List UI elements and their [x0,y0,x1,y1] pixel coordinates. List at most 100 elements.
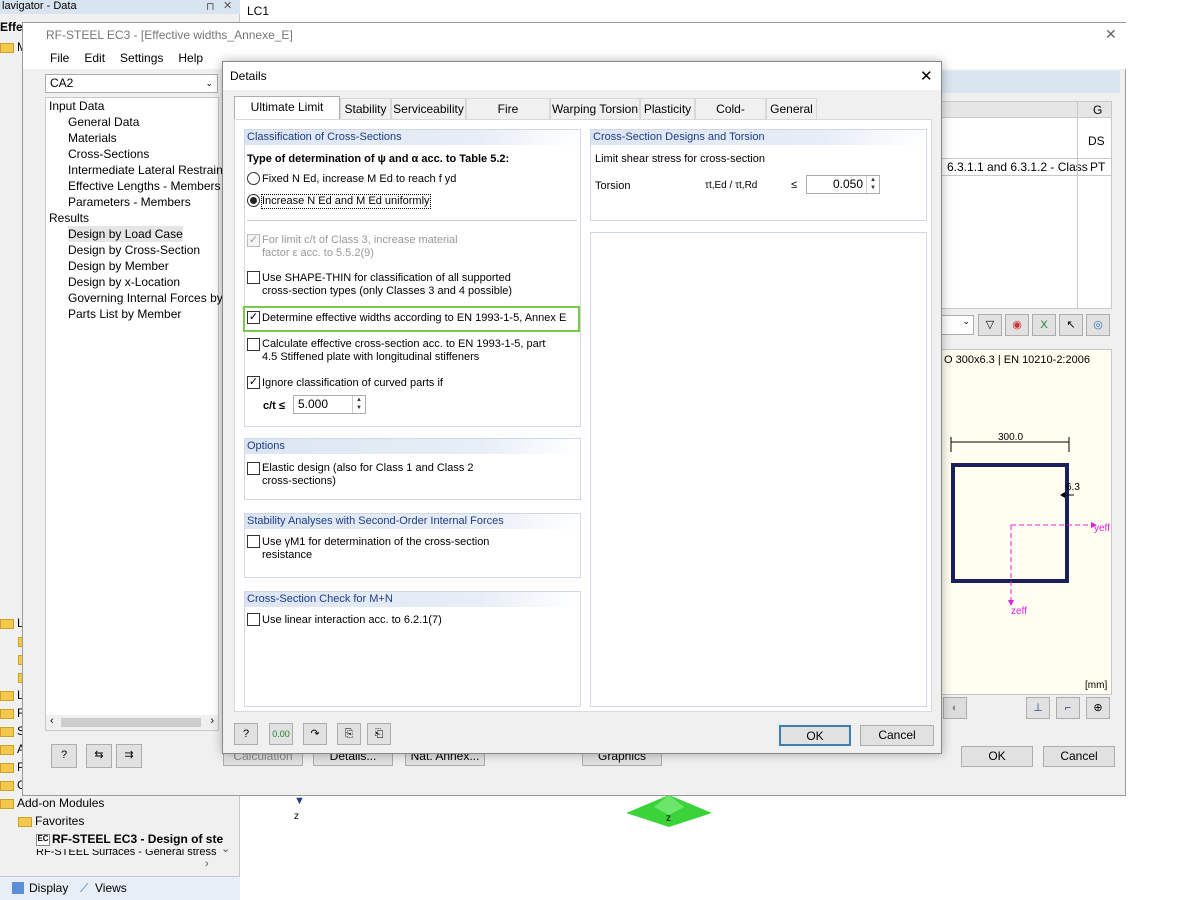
shape-thin-checkbox[interactable] [247,271,260,284]
tree-input-item[interactable]: Cross-Sections [68,146,149,162]
window-title: RF-STEEL EC3 - [Effective widths_Annexe_… [23,23,1127,47]
tree-input-item[interactable]: Effective Lengths - Members [68,178,221,194]
torsion-label: Torsion [595,180,631,192]
window-close-icon[interactable]: ✕ [1105,26,1117,43]
dim-thickness: 6.3 [1066,482,1080,493]
render-icon-button[interactable]: ◐ [943,697,967,719]
axes-icon-button[interactable]: ⌐ [1056,697,1080,719]
load-icon-button[interactable]: ⎘ [337,723,361,745]
case-select[interactable]: CA2 ⌄ [45,74,218,93]
help-icon-button[interactable]: ? [234,723,258,745]
excel-icon-button[interactable]: X [1032,314,1056,336]
app-ok-button[interactable]: OK [961,746,1033,767]
tree-results-item[interactable]: Design by x-Location [68,274,180,290]
result-row-text[interactable]: 6.3.1.1 and 6.3.1.2 - Class [947,160,1088,174]
add-on-modules[interactable]: Add-on Modules [0,794,104,812]
tab-display[interactable]: Display [29,881,68,895]
elastic-design-checkbox[interactable] [247,462,260,475]
decimal-icon-button[interactable]: 0.00 [269,723,293,745]
app-cancel-button[interactable]: Cancel [1043,746,1115,767]
annex-e-checkbox[interactable]: ✓ [247,311,260,324]
tree-results-item[interactable]: Design by Cross-Section [68,242,200,258]
spinner-icon[interactable]: ▲ ▼ [866,176,879,193]
section-title: O 300x6.3 | EN 10210-2:2006 [944,354,1090,366]
tab-ultimate-limit-state[interactable]: Ultimate Limit State [234,96,340,134]
menu-settings[interactable]: Settings [120,51,163,65]
import-icon-button[interactable]: ⇆ [86,744,112,768]
dim-icon-button[interactable]: ⊥ [1026,697,1050,719]
tree-hscrollbar[interactable]: ‹ › [46,715,218,730]
tab-stability[interactable]: Stability [340,98,391,119]
tab-fire-resistance[interactable]: Fire Resistance [466,98,550,136]
select-icon-button[interactable]: ↖ [1059,314,1083,336]
tree-input-data[interactable]: Input Data [49,98,104,114]
help-icon-button[interactable]: ? [51,744,77,768]
gamma-m1-label-1: Use γM1 for determination of the cross-s… [262,536,490,548]
ignore-curved-label: Ignore classification of curved parts if [262,377,443,389]
tree-results-item[interactable]: Design by Load Case [68,226,183,242]
gamma-m1-checkbox[interactable] [247,535,260,548]
radio-increase-uniformly[interactable] [247,194,260,207]
menu-edit[interactable]: Edit [84,51,105,65]
result-select[interactable]: ⌄ [940,315,974,335]
export-icon-button[interactable]: ⇉ [116,744,142,768]
torsion-value-input[interactable]: 0.050 ▲ ▼ [806,175,880,194]
save-icon-button[interactable]: ⎗ [367,723,391,745]
tree-input-item[interactable]: General Data [68,114,139,130]
dialog-close-icon[interactable]: ✕ [920,67,933,85]
tree-input-item[interactable]: Intermediate Lateral Restraints [68,162,232,178]
ct-value-input[interactable]: 5.000 ▲ ▼ [293,395,366,414]
tree-results-item[interactable]: Governing Internal Forces by M [68,290,236,306]
tree-input-item[interactable]: Materials [68,130,117,146]
rf-steel-module[interactable]: EC RF-STEEL EC3 - Design of ste [36,830,223,848]
gamma-m1-label-2: resistance [262,549,313,561]
limit-ct-label-1: For limit c/t of Class 3, increase mater… [262,234,458,246]
menu-file[interactable]: File [50,51,69,65]
tab-serviceability[interactable]: Serviceability [391,98,466,119]
stiffened-plate-checkbox[interactable] [247,338,260,351]
classification-group: Classification of Cross-Sections Type of… [243,129,581,427]
folder-icon [0,708,14,719]
menu-help[interactable]: Help [178,51,203,65]
scroll-left-icon[interactable]: ‹ [50,715,54,727]
result-row-pt: PT [1090,160,1106,174]
rf-surfaces-module[interactable]: RF-STEEL Surfaces - General stress [36,849,217,857]
tab-plasticity[interactable]: Plasticity [640,98,695,119]
filter-icon-button[interactable]: ▽ [978,314,1002,336]
results-table: G DS 6.3.1.1 and 6.3.1.2 - Class PT [940,101,1112,309]
scroll-down-icon[interactable]: ⌄ [221,842,230,855]
axis-z-label: zeff [1011,606,1027,617]
radio-fixed-ned[interactable] [247,172,260,185]
scroll-right-icon[interactable]: › [205,858,209,870]
tab-views[interactable]: Views [95,881,127,895]
mn-check-group: Cross-Section Check for M+N Use linear i… [244,591,581,707]
tree-input-item[interactable]: Parameters - Members [68,194,191,210]
second-order-heading: Stability Analyses with Second-Order Int… [245,514,580,529]
tree-results-item[interactable]: Design by Member [68,258,169,274]
close-icon[interactable]: ✕ [223,0,232,12]
view-icon-button[interactable]: ◎ [1086,314,1110,336]
spinner-icon[interactable]: ▲ ▼ [352,396,365,413]
dialog-title: Details [223,62,941,90]
col-g-header: G [1093,103,1103,117]
dialog-ok-button[interactable]: OK [779,725,851,746]
tab-warping-torsion[interactable]: Warping Torsion [550,98,640,119]
linear-interaction-checkbox[interactable] [247,613,260,626]
chevron-down-icon: ⌄ [205,78,213,88]
results-header-strip [940,71,1120,93]
favorites-folder[interactable]: Favorites [18,812,84,830]
ignore-curved-checkbox[interactable]: ✓ [247,376,260,389]
tab-cold-formed[interactable]: Cold-Formed [695,98,766,136]
tree-results-item[interactable]: Parts List by Member [68,306,181,322]
tree-results[interactable]: Results [49,210,89,226]
zoom-icon-button[interactable]: ⊕ [1086,697,1110,719]
color-scale-icon-button[interactable]: ◉ [1005,314,1029,336]
pin-icon[interactable]: ⊓ [206,0,215,13]
limit-ct-checkbox[interactable]: ✓ [247,234,260,247]
tab-general[interactable]: General [766,98,817,119]
dialog-cancel-button[interactable]: Cancel [860,725,934,746]
scroll-right-icon[interactable]: › [210,715,214,727]
scroll-thumb[interactable] [61,718,201,727]
divider [247,220,577,221]
reset-icon-button[interactable]: ↷ [303,723,327,745]
